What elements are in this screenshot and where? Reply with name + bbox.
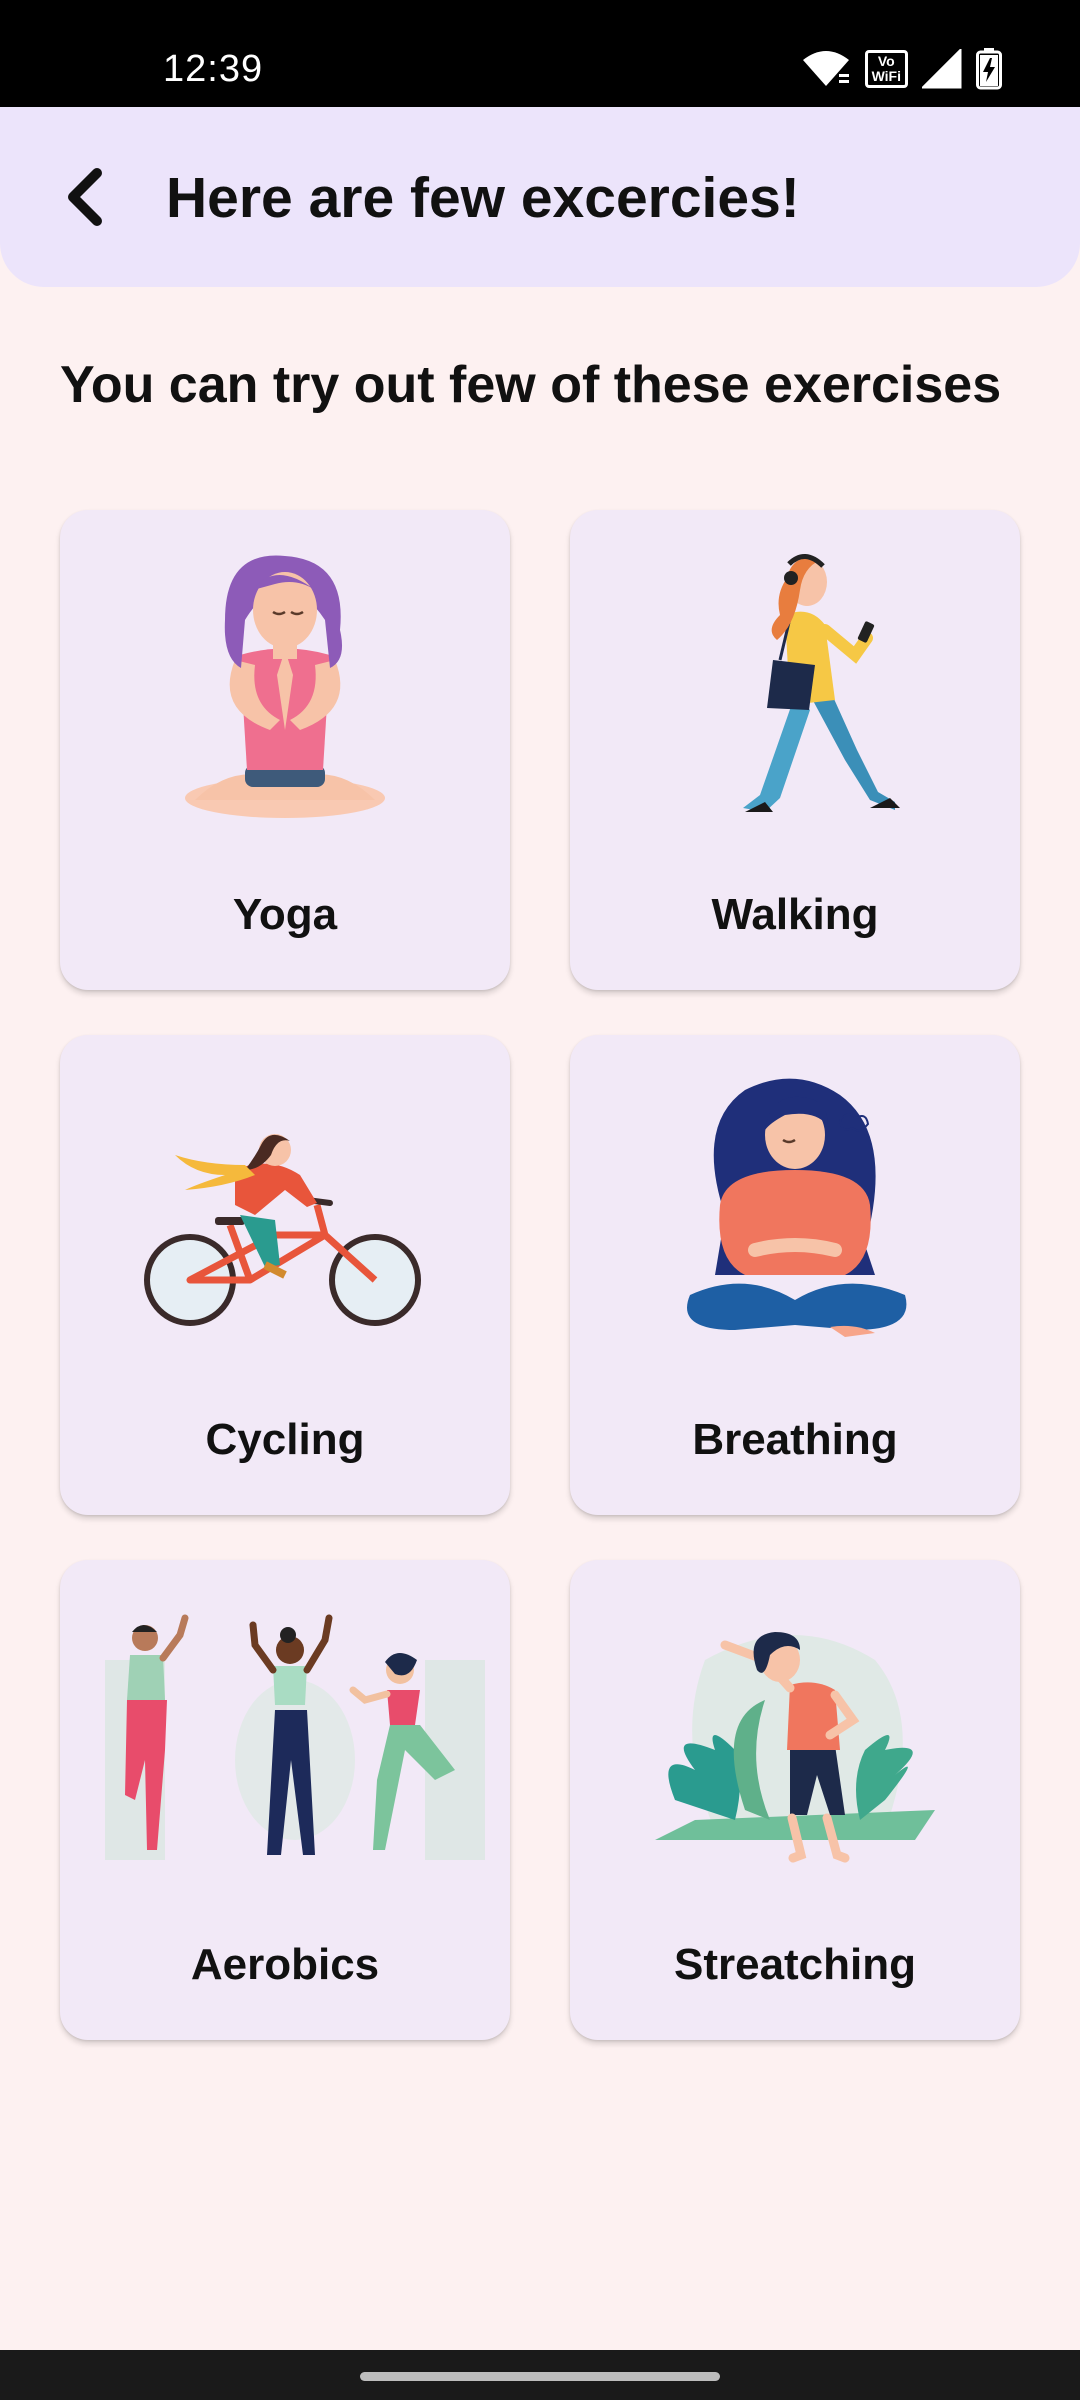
battery-charging-icon (976, 48, 1002, 90)
vowifi-label-top: Vo (877, 53, 895, 69)
aerobics-illustration (105, 1614, 485, 1860)
exercise-card-breathing[interactable]: Breathing (570, 1035, 1020, 1515)
exercise-card-aerobics[interactable]: Aerobics (60, 1560, 510, 2040)
chevron-left-icon (68, 168, 102, 226)
exercise-card-cycling[interactable]: Cycling (60, 1035, 510, 1515)
exercise-card-yoga[interactable]: Yoga (60, 510, 510, 990)
exercise-label: Streatching (673, 1940, 917, 1989)
back-button[interactable] (50, 157, 120, 237)
app-bar: Here are few excercies! (0, 107, 1080, 287)
exercise-label: Breathing (692, 1415, 898, 1464)
vowifi-label-bottom: WiFi (871, 68, 901, 84)
vowifi-icon: Vo WiFi (864, 50, 908, 88)
page-title: Here are few excercies! (166, 166, 800, 230)
exercise-label: Cycling (205, 1415, 365, 1464)
wifi-icon (802, 51, 849, 86)
yoga-illustration (185, 555, 385, 818)
system-nav-bar (0, 2350, 1080, 2400)
cycling-illustration (144, 1134, 421, 1326)
exercise-label: Walking (711, 890, 879, 939)
exercise-label: Aerobics (190, 1940, 380, 1989)
breathing-illustration (687, 1078, 907, 1337)
exercise-card-stretching[interactable]: Streatching (570, 1560, 1020, 2040)
stretching-illustration (655, 1632, 935, 1863)
home-gesture-handle[interactable] (360, 2372, 720, 2381)
section-subtitle: You can try out few of these exercises (60, 356, 1002, 414)
cell-signal-icon (922, 49, 962, 89)
status-bar: 12:39 Vo WiFi (0, 0, 1080, 107)
status-time: 12:39 (163, 48, 264, 90)
exercise-label: Yoga (232, 890, 338, 939)
exercise-card-walking[interactable]: Walking (570, 510, 1020, 990)
walking-illustration (743, 554, 900, 812)
status-icons: Vo WiFi (801, 48, 1002, 90)
